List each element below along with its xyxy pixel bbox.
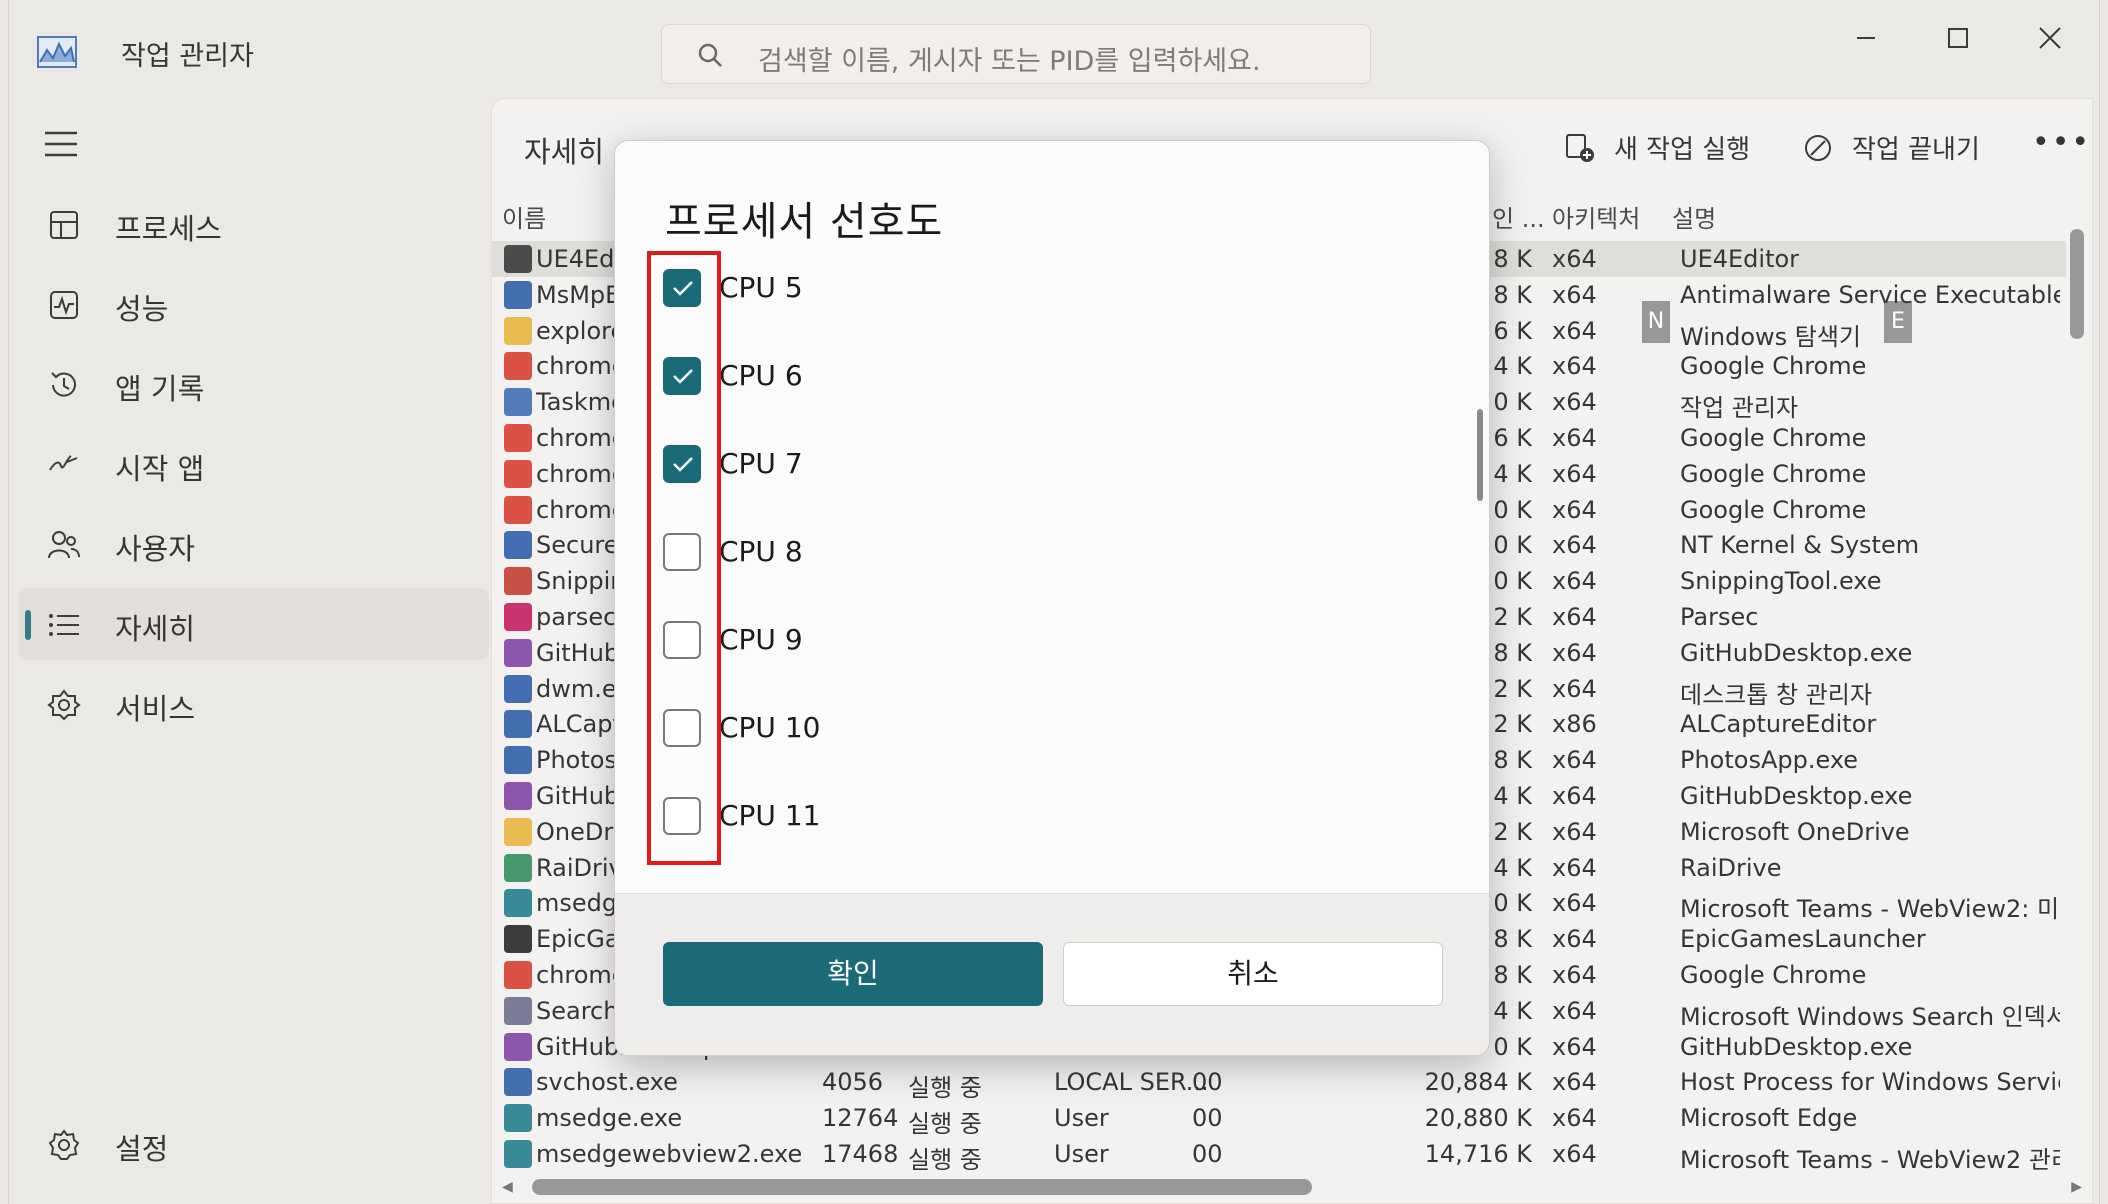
cpu-label: CPU 6 — [719, 359, 803, 392]
cpu-option[interactable]: CPU 6 — [663, 357, 1263, 407]
dialog-footer: 확인 취소 — [615, 893, 1489, 1055]
dialog-title: 프로세서 선호도 — [665, 199, 944, 245]
cpu-label: CPU 11 — [719, 799, 821, 832]
cancel-button[interactable]: 취소 — [1063, 942, 1443, 1006]
cpu-option[interactable]: CPU 10 — [663, 709, 1263, 759]
highlight-annotation — [647, 251, 721, 865]
dialog-scrollbar[interactable] — [1477, 409, 1483, 501]
cpu-label: CPU 9 — [719, 623, 803, 656]
processor-affinity-dialog: 프로세서 선호도 CPU 5 CPU 6 CPU 7 CPU 8 CPU 9 CPU 10… — [614, 140, 1490, 1056]
cpu-label: CPU 7 — [719, 447, 803, 480]
cpu-option[interactable]: CPU 5 — [663, 269, 1263, 319]
cpu-label: CPU 8 — [719, 535, 803, 568]
cpu-label: CPU 5 — [719, 271, 803, 304]
cpu-option[interactable]: CPU 8 — [663, 533, 1263, 583]
cpu-option[interactable]: CPU 9 — [663, 621, 1263, 671]
ok-button[interactable]: 확인 — [663, 942, 1043, 1006]
cpu-option[interactable]: CPU 7 — [663, 445, 1263, 495]
cpu-option[interactable]: CPU 11 — [663, 797, 1263, 847]
cpu-label: CPU 10 — [719, 711, 821, 744]
